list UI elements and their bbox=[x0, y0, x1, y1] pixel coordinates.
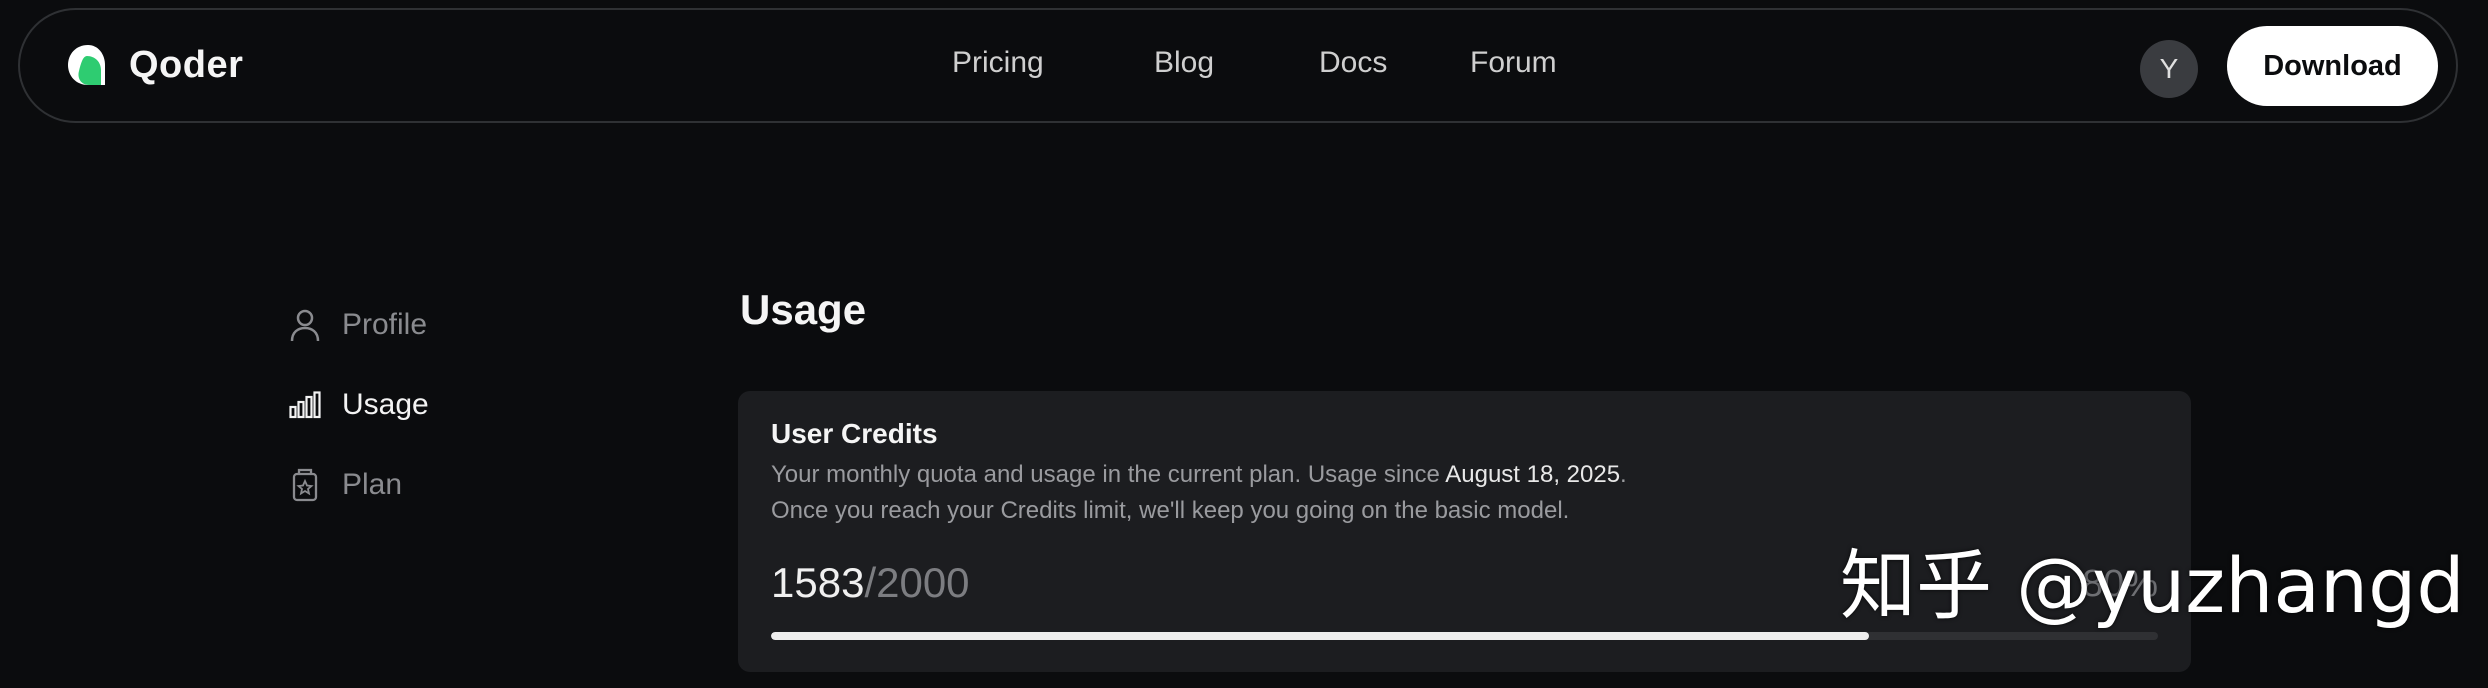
card-description: Your monthly quota and usage in the curr… bbox=[771, 461, 1627, 489]
sidebar-item-plan[interactable]: Plan bbox=[288, 460, 429, 510]
card-description-text: Your monthly quota and usage in the curr… bbox=[771, 461, 1446, 488]
user-icon bbox=[288, 307, 322, 343]
bar-chart-icon bbox=[288, 387, 322, 423]
sidebar-item-usage[interactable]: Usage bbox=[288, 380, 429, 430]
sidebar-item-label: Usage bbox=[342, 388, 429, 421]
sidebar-item-label: Profile bbox=[342, 308, 428, 341]
qoder-logo-icon bbox=[68, 45, 105, 85]
usage-since-date: August 18, 2025 bbox=[1445, 461, 1621, 488]
nav-link-blog[interactable]: Blog bbox=[1154, 46, 1214, 80]
credits-progress-fill bbox=[771, 632, 1869, 640]
card-title: User Credits bbox=[771, 418, 938, 449]
top-nav: Qoder Pricing Blog Docs Forum Y Download bbox=[18, 8, 2458, 123]
credits-used: 1583 bbox=[771, 559, 865, 606]
brand-name: Qoder bbox=[129, 43, 244, 86]
card-description-note: Once you reach your Credits limit, we'll… bbox=[771, 497, 1570, 524]
nav-link-pricing[interactable]: Pricing bbox=[952, 46, 1044, 80]
credits-count: 1583/2000 bbox=[771, 559, 970, 607]
credits-total: /2000 bbox=[864, 559, 970, 606]
page-title: Usage bbox=[740, 286, 867, 333]
sidebar: Profile Usage Plan bbox=[288, 300, 429, 540]
card-description-suffix: . bbox=[1620, 461, 1627, 488]
plan-card-icon bbox=[288, 467, 322, 503]
nav-link-docs[interactable]: Docs bbox=[1319, 46, 1387, 80]
sidebar-item-profile[interactable]: Profile bbox=[288, 300, 429, 350]
sidebar-item-label: Plan bbox=[342, 468, 403, 501]
watermark: 知乎 @yuzhangd bbox=[1840, 541, 2465, 630]
download-button[interactable]: Download bbox=[2227, 26, 2438, 106]
brand[interactable]: Qoder bbox=[65, 42, 243, 88]
nav-link-forum[interactable]: Forum bbox=[1470, 46, 1557, 80]
avatar[interactable]: Y bbox=[2140, 40, 2198, 98]
